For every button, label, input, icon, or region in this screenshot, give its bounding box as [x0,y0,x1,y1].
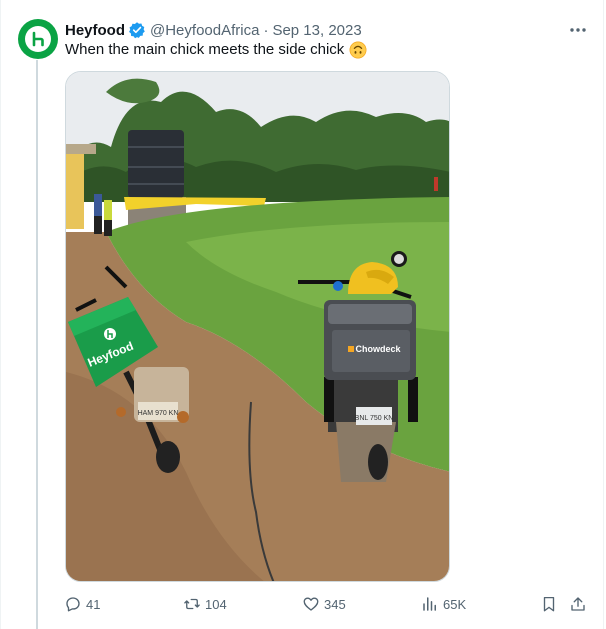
heart-icon [303,597,319,611]
author-name[interactable]: Heyfood [65,22,125,39]
separator-dot: · [263,21,269,39]
bookmark-icon [543,596,555,612]
svg-text:BNL 750 KN: BNL 750 KN [355,415,394,422]
tweet-date[interactable]: Sep 13, 2023 [272,22,361,39]
verified-badge-icon [128,21,146,39]
more-options-icon[interactable] [568,20,588,40]
tweet-text-content: When the main chick meets the side chick [65,41,345,58]
avatar[interactable] [18,19,58,59]
chowdeck-delivery-box: Chowdeck [324,300,416,380]
tweet-actions: 41 104 345 65K [0,594,606,614]
author-handle[interactable]: @HeyfoodAfrica [150,22,259,39]
views-button[interactable]: 65K [421,594,466,614]
like-count: 345 [324,596,346,612]
share-icon [571,597,585,611]
repost-count: 104 [205,596,227,612]
reply-count: 41 [86,596,101,612]
repost-icon [184,598,200,610]
building [66,144,84,229]
frame-border-right [603,0,604,629]
tweet-header: Heyfood @HeyfoodAfrica · Sep 13, 2023 [65,20,362,40]
like-button[interactable]: 345 [302,594,346,614]
reply-button[interactable]: 41 [64,594,100,614]
photo-scene: HAM 970 KN Heyfood BNL 750 KN Chowdeck [66,72,449,581]
tweet-photo[interactable]: HAM 970 KN Heyfood BNL 750 KN Chowdeck [65,71,450,582]
heyfood-logo-icon [25,26,51,52]
reply-icon [66,597,80,612]
views-chart-icon [423,597,436,611]
views-count: 65K [443,596,467,612]
svg-text:HAM 970 KN: HAM 970 KN [138,410,179,417]
svg-text:Chowdeck: Chowdeck [355,344,401,354]
thread-line [36,60,38,629]
tweet-text: When the main chick meets the side chick [65,40,367,60]
upside-down-face-emoji-icon [349,41,367,59]
bookmark-button[interactable] [540,594,558,614]
repost-button[interactable]: 104 [183,594,227,614]
share-button[interactable] [569,594,587,614]
frame-border-left [0,0,1,629]
